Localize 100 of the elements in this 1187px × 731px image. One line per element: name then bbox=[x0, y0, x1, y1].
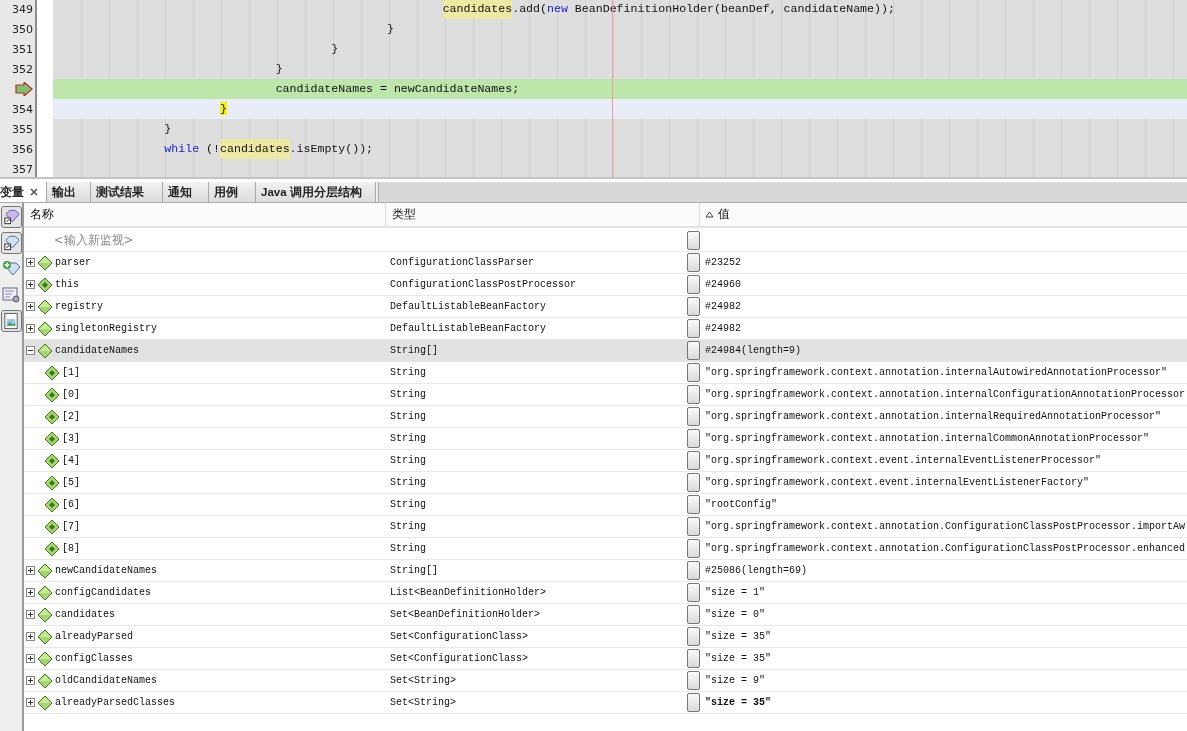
ellipsis-button[interactable] bbox=[687, 693, 700, 712]
ellipsis-button[interactable] bbox=[687, 517, 700, 536]
ellipsis-button[interactable] bbox=[687, 275, 700, 294]
tab[interactable]: 通知 bbox=[163, 182, 209, 202]
variable-value: #24960 bbox=[705, 279, 741, 290]
code-line: } bbox=[385, 21, 394, 37]
tab[interactable]: 输出 bbox=[47, 182, 91, 202]
variable-value: #25086(length=69) bbox=[705, 565, 808, 576]
diamond-icon bbox=[37, 320, 53, 337]
variable-name: candidates bbox=[55, 609, 115, 620]
variable-type: Set<ConfigurationClass> bbox=[390, 653, 529, 664]
expand-icon[interactable] bbox=[26, 566, 35, 575]
diamond-icon bbox=[37, 276, 53, 293]
ellipsis-button[interactable] bbox=[687, 671, 700, 690]
variable-name: [8] bbox=[62, 543, 80, 554]
variable-name: this bbox=[55, 279, 79, 290]
toolbar-button[interactable] bbox=[0, 310, 22, 332]
gem-icon bbox=[1, 207, 21, 227]
variable-name: [5] bbox=[62, 477, 80, 488]
expand-icon[interactable] bbox=[26, 632, 35, 641]
ellipsis-button[interactable] bbox=[687, 495, 700, 514]
expand-icon[interactable] bbox=[26, 324, 35, 333]
tab[interactable]: 用例 bbox=[209, 182, 256, 202]
variable-name: [4] bbox=[62, 455, 80, 466]
column-header[interactable]: 名称 bbox=[24, 203, 386, 226]
ellipsis-button[interactable] bbox=[687, 341, 700, 360]
expand-icon[interactable] bbox=[26, 654, 35, 663]
ellipsis-button[interactable] bbox=[687, 627, 700, 646]
diamond-icon bbox=[44, 474, 60, 491]
variable-type: Set<String> bbox=[390, 675, 456, 686]
image-icon bbox=[1, 311, 21, 331]
variable-value: "size = 1" bbox=[705, 587, 765, 598]
ellipsis-button[interactable] bbox=[687, 385, 700, 404]
ellipsis-button[interactable] bbox=[687, 297, 700, 316]
column-header[interactable]: 值 bbox=[700, 203, 1187, 226]
tab[interactable]: 测试结果 bbox=[91, 182, 163, 202]
variable-type: String bbox=[390, 499, 426, 510]
line-number: 352 bbox=[12, 62, 33, 76]
expand-icon[interactable] bbox=[26, 698, 35, 707]
ellipsis-button[interactable] bbox=[687, 407, 700, 426]
line-number: 354 bbox=[12, 102, 33, 116]
diamond-icon bbox=[44, 496, 60, 513]
toolbar-button[interactable] bbox=[0, 206, 22, 228]
diamond-icon bbox=[37, 628, 53, 645]
ellipsis-button[interactable] bbox=[687, 473, 700, 492]
collapse-icon[interactable] bbox=[26, 346, 35, 355]
variable-value: "org.springframework.context.annotation.internalCommonAnnotationProcessor" bbox=[705, 433, 1150, 444]
expand-icon[interactable] bbox=[26, 258, 35, 267]
variable-type: String bbox=[390, 433, 426, 444]
column-header[interactable]: 类型 bbox=[386, 203, 700, 226]
variable-type: Set<String> bbox=[390, 697, 456, 708]
ellipsis-button[interactable] bbox=[687, 231, 700, 250]
expand-icon[interactable] bbox=[26, 302, 35, 311]
ellipsis-button[interactable] bbox=[687, 429, 700, 448]
ellipsis-button[interactable] bbox=[687, 605, 700, 624]
diamond-icon bbox=[37, 672, 53, 689]
line-number: 349 bbox=[12, 2, 33, 16]
variable-type: String bbox=[390, 389, 426, 400]
line-number: 357 bbox=[12, 162, 33, 176]
expand-icon[interactable] bbox=[26, 280, 35, 289]
variable-type: String bbox=[390, 521, 426, 532]
variable-name: alreadyParsedClasses bbox=[55, 697, 176, 708]
expand-icon[interactable] bbox=[26, 588, 35, 597]
expand-icon[interactable] bbox=[26, 610, 35, 619]
variable-name: configCandidates bbox=[55, 587, 151, 598]
code-line: candidateNames = newCandidateNames; bbox=[274, 81, 520, 97]
diamond-icon bbox=[44, 452, 60, 469]
toolbar-button[interactable] bbox=[0, 232, 22, 254]
new-watch-field[interactable]: <输入新监视> bbox=[26, 233, 134, 248]
tab[interactable]: 变量 bbox=[0, 182, 47, 202]
variable-value: "org.springframework.context.event.internalEventListenerFactory" bbox=[705, 477, 1090, 488]
expand-icon[interactable] bbox=[26, 676, 35, 685]
diamond-icon bbox=[37, 254, 53, 271]
variable-type: Set<ConfigurationClass> bbox=[390, 631, 529, 642]
diamond-icon bbox=[44, 430, 60, 447]
ellipsis-button[interactable] bbox=[687, 319, 700, 338]
variable-name: parser bbox=[55, 257, 91, 268]
code-line: } bbox=[330, 41, 339, 57]
variable-value: "size = 0" bbox=[705, 609, 765, 620]
ellipsis-button[interactable] bbox=[687, 539, 700, 558]
diamond-icon bbox=[37, 342, 53, 359]
diamond-icon bbox=[44, 540, 60, 557]
variable-type: String[] bbox=[390, 565, 438, 576]
variable-value: "rootConfig" bbox=[705, 499, 777, 510]
variable-value: #24984(length=9) bbox=[705, 345, 801, 356]
variable-name: oldCandidateNames bbox=[55, 675, 158, 686]
line-number: 356 bbox=[12, 142, 33, 156]
ellipsis-button[interactable] bbox=[687, 451, 700, 470]
code-line: while (!candidates.isEmpty()); bbox=[53, 139, 374, 159]
line-number: 350 bbox=[12, 22, 33, 36]
variable-name: [3] bbox=[62, 433, 80, 444]
close-icon[interactable] bbox=[30, 188, 38, 196]
ellipsis-button[interactable] bbox=[687, 363, 700, 382]
ellipsis-button[interactable] bbox=[687, 583, 700, 602]
ellipsis-button[interactable] bbox=[687, 253, 700, 272]
variable-value: "org.springframework.context.annotation.ConfigurationClassPostProcessor.enhanced bbox=[705, 543, 1186, 554]
ellipsis-button[interactable] bbox=[687, 649, 700, 668]
ellipsis-button[interactable] bbox=[687, 561, 700, 580]
variable-type: List<BeanDefinitionHolder> bbox=[390, 587, 547, 598]
tab[interactable]: Java 调用分层结构 bbox=[256, 182, 376, 202]
